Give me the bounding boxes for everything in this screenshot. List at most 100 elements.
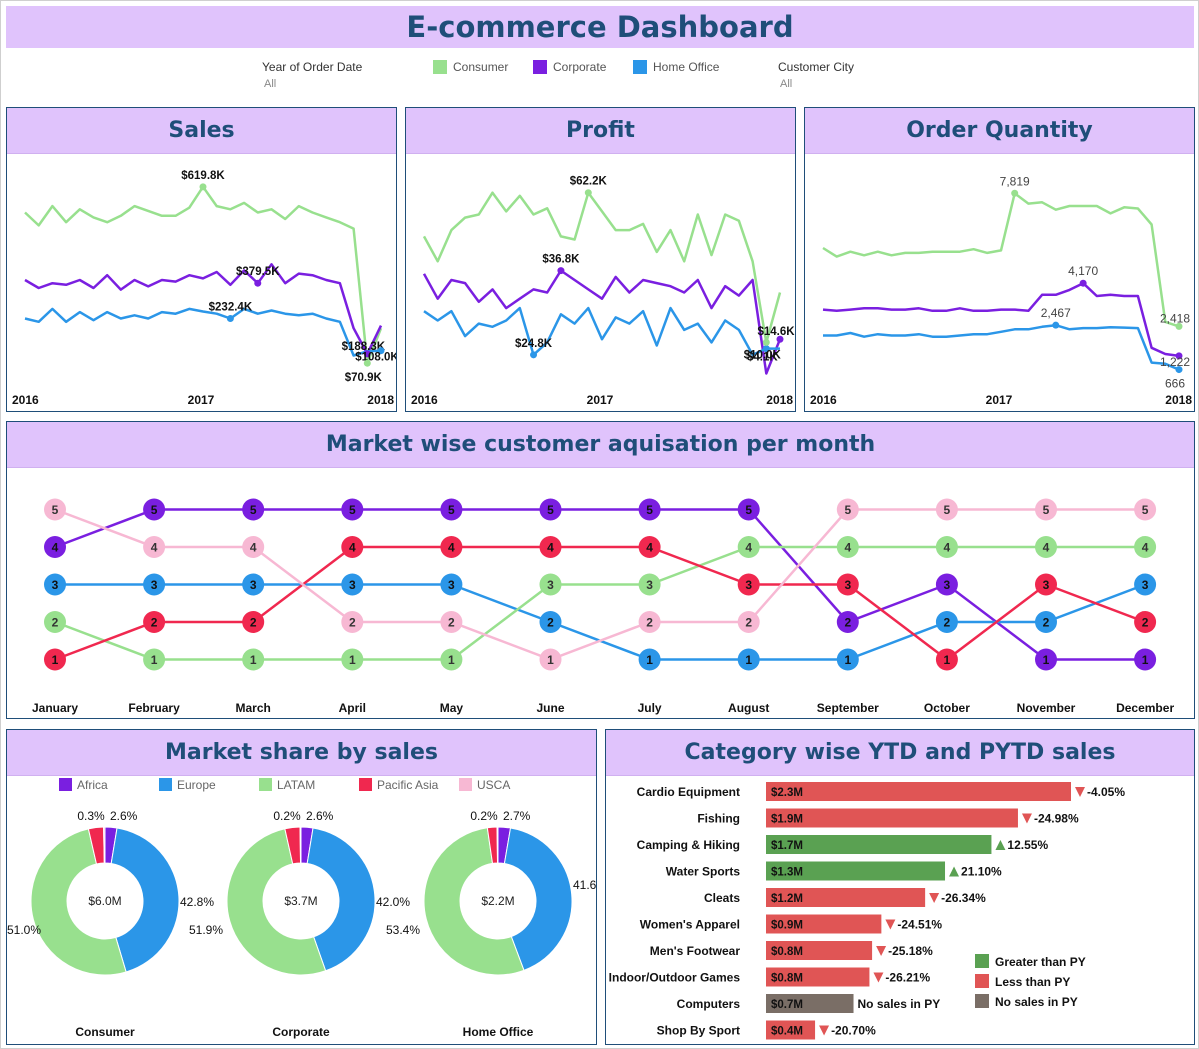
down-arrow-icon xyxy=(873,972,884,983)
rank-label: 3 xyxy=(944,578,951,592)
latam-pct: 53.4% xyxy=(386,923,420,937)
rank-label: 1 xyxy=(1043,653,1050,667)
market-share-donuts: Africa Europe LATAM Pacific Asia USCA $6.0M 2.… xyxy=(7,778,607,1039)
annotation-point[interactable] xyxy=(199,183,207,191)
market-legend-label[interactable]: USCA xyxy=(477,778,510,792)
market-swatch xyxy=(359,778,372,791)
down-arrow-icon xyxy=(1021,813,1032,824)
segment-label: Consumer xyxy=(75,1025,135,1039)
category-header: Category wise YTD and PYTD sales xyxy=(606,730,1194,776)
legend-home-office-label: Home Office xyxy=(653,60,720,74)
annotation-point[interactable] xyxy=(1011,189,1019,197)
category-legend-label[interactable]: Greater than PY xyxy=(995,955,1086,969)
rank-label: 5 xyxy=(944,503,951,517)
annotation-point[interactable] xyxy=(1175,366,1183,374)
rank-label: 2 xyxy=(52,616,59,630)
donut-slice-usca[interactable] xyxy=(103,826,106,864)
category-change: 12.55% xyxy=(1007,838,1048,852)
rank-label: 1 xyxy=(250,653,257,667)
annotation-point[interactable] xyxy=(762,338,770,346)
market-share-header: Market share by sales xyxy=(7,730,596,776)
legend-home-office[interactable]: Home Office xyxy=(633,60,719,74)
x-axis-label: 2017 xyxy=(986,393,1013,407)
city-filter-value[interactable]: All xyxy=(780,78,854,90)
down-arrow-icon xyxy=(876,946,887,956)
sales-panel: Sales $619.8K $379.5K $232.4K $188.3K $108.0… xyxy=(6,107,399,412)
order-quantity-title: Order Quantity xyxy=(906,118,1093,143)
rank-label: 1 xyxy=(844,653,851,667)
rank-label: 3 xyxy=(844,578,851,592)
usca-pct: 0.3% xyxy=(77,809,105,823)
category-value: $0.8M xyxy=(771,946,803,958)
corporate-swatch xyxy=(533,60,547,74)
usca-pct: 0.2% xyxy=(470,809,498,823)
market-legend-label[interactable]: Europe xyxy=(177,778,216,792)
annotation-point[interactable] xyxy=(584,189,592,197)
series-line-home-office[interactable] xyxy=(423,306,780,357)
rank-label: 1 xyxy=(646,653,653,667)
month-label: May xyxy=(440,701,464,715)
category-panel: Category wise YTD and PYTD sales Cardio … xyxy=(605,729,1195,1045)
rank-label: 1 xyxy=(448,653,455,667)
city-filter[interactable]: Customer City All xyxy=(778,60,854,90)
category-change: -24.51% xyxy=(897,918,942,932)
category-change: -25.18% xyxy=(888,944,933,958)
category-value: $0.4M xyxy=(771,1026,803,1038)
annotation-label: 2,467 xyxy=(1041,306,1071,320)
series-line-home-office[interactable] xyxy=(24,307,382,357)
annotation-point[interactable] xyxy=(254,279,262,287)
category-change: 21.10% xyxy=(961,865,1002,879)
legend-corporate-label: Corporate xyxy=(553,60,607,74)
rank-label: 5 xyxy=(52,503,59,517)
rank-label: 4 xyxy=(944,541,951,555)
series-line-consumer[interactable] xyxy=(822,192,1180,328)
category-name: Indoor/Outdoor Games xyxy=(609,971,741,985)
year-filter-value[interactable]: All xyxy=(264,78,362,90)
sales-panel-header: Sales xyxy=(7,108,396,154)
rank-label: 2 xyxy=(448,616,455,630)
annotation-point[interactable] xyxy=(226,315,234,323)
rank-label: 4 xyxy=(844,541,851,555)
rank-label: 3 xyxy=(52,578,59,592)
rank-label: 1 xyxy=(52,653,59,667)
annotation-label: 2,418 xyxy=(1160,311,1190,325)
x-axis-label: 2016 xyxy=(12,393,39,407)
donut-slice-usca[interactable] xyxy=(496,826,499,864)
market-line-pacific-asia[interactable] xyxy=(54,545,1146,662)
donut-slice-usca[interactable] xyxy=(299,826,302,864)
year-filter-label: Year of Order Date xyxy=(262,60,363,74)
market-line-latam[interactable] xyxy=(54,545,1146,661)
market-legend-label[interactable]: Pacific Asia xyxy=(377,778,439,792)
category-legend-label[interactable]: Less than PY xyxy=(995,975,1070,989)
dashboard-title: E-commerce Dashboard xyxy=(406,10,794,44)
category-bar[interactable] xyxy=(766,808,1018,828)
category-legend-label[interactable]: No sales in PY xyxy=(995,995,1078,1009)
series-line-home-office[interactable] xyxy=(823,323,1180,371)
rank-label: 3 xyxy=(646,578,653,592)
annotation-point[interactable] xyxy=(530,351,538,359)
legend-consumer[interactable]: Consumer xyxy=(433,60,508,74)
x-axis-label: 2016 xyxy=(411,393,438,407)
rank-label: 4 xyxy=(1142,541,1149,555)
market-bump-chart: 4 5 5 5 5 5 5 5 2 3 1 1 3 3 3 3 3 2 1 1 1 2 2 3 2 1 1 1 1 3 3 4 4 4 4 4 1 2 2 4… xyxy=(32,498,1174,715)
series-line-consumer[interactable] xyxy=(24,185,383,365)
series-line-corporate[interactable] xyxy=(822,281,1180,358)
year-filter[interactable]: Year of Order Date All xyxy=(262,60,362,90)
annotation-point[interactable] xyxy=(557,267,565,275)
market-legend-label[interactable]: LATAM xyxy=(277,778,315,792)
legend-corporate[interactable]: Corporate xyxy=(533,60,606,74)
rank-label: 3 xyxy=(547,578,554,592)
month-label: July xyxy=(638,701,662,715)
rank-label: 2 xyxy=(646,616,653,630)
annotation-point[interactable] xyxy=(1079,279,1087,287)
sales-title: Sales xyxy=(168,118,235,143)
category-bar[interactable] xyxy=(766,782,1071,801)
annotation-label: $36.8K xyxy=(542,254,580,266)
annotation-point[interactable] xyxy=(1052,321,1060,329)
rank-label: 4 xyxy=(52,541,59,555)
africa-pct: 2.6% xyxy=(306,809,334,823)
market-legend-label[interactable]: Africa xyxy=(77,778,108,792)
rank-label: 1 xyxy=(745,653,752,667)
annotation-point[interactable] xyxy=(363,359,371,367)
series-line-corporate[interactable] xyxy=(24,263,383,356)
